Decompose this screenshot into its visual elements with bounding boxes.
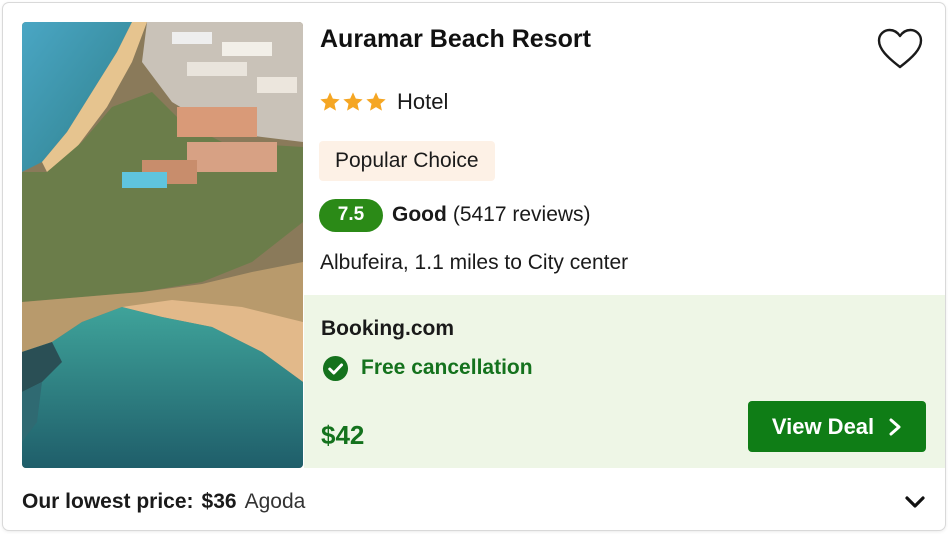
rating-label: Good (392, 203, 447, 226)
hotel-name[interactable]: Auramar Beach Resort (320, 25, 591, 54)
deal-panel: Booking.com Free cancellation $42 View D… (304, 295, 945, 468)
star-icon (366, 92, 386, 111)
hotel-location: Albufeira, 1.1 miles to City center (320, 251, 629, 274)
rating-score: 7.5 (319, 198, 383, 232)
cancellation-text: Free cancellation (361, 356, 533, 379)
hotel-class: Hotel (319, 87, 448, 117)
expand-prices-button[interactable] (901, 489, 929, 515)
free-cancellation: Free cancellation (322, 353, 533, 383)
hotel-type: Hotel (397, 89, 449, 114)
popular-choice-badge: Popular Choice (319, 141, 495, 181)
favorite-button[interactable] (875, 25, 925, 73)
lowest-price-value: $36 (201, 490, 237, 513)
view-deal-button[interactable]: View Deal (748, 401, 926, 452)
lowest-price-label: Our lowest price: (22, 490, 194, 513)
lowest-price-provider: Agoda (244, 490, 306, 513)
hotel-photo-image (22, 22, 303, 468)
review-count: (5417 reviews) (452, 203, 591, 226)
lowest-price-row[interactable]: Our lowest price: $36 Agoda (22, 488, 305, 516)
hotel-photo[interactable] (22, 22, 303, 468)
rating-summary[interactable]: 7.5 Good (5417 reviews) (319, 197, 591, 233)
star-icon (320, 92, 340, 111)
heart-icon (877, 28, 923, 69)
deal-price: $42 (321, 420, 365, 450)
chevron-right-icon (889, 418, 901, 435)
hotel-result-card[interactable]: Auramar Beach Resort Hotel Popular Choic… (3, 3, 945, 530)
view-deal-label: View Deal (771, 413, 875, 439)
check-circle-icon (322, 355, 349, 381)
chevron-down-icon (905, 496, 925, 508)
deal-provider: Booking.com (321, 317, 455, 340)
star-icon (343, 92, 363, 111)
